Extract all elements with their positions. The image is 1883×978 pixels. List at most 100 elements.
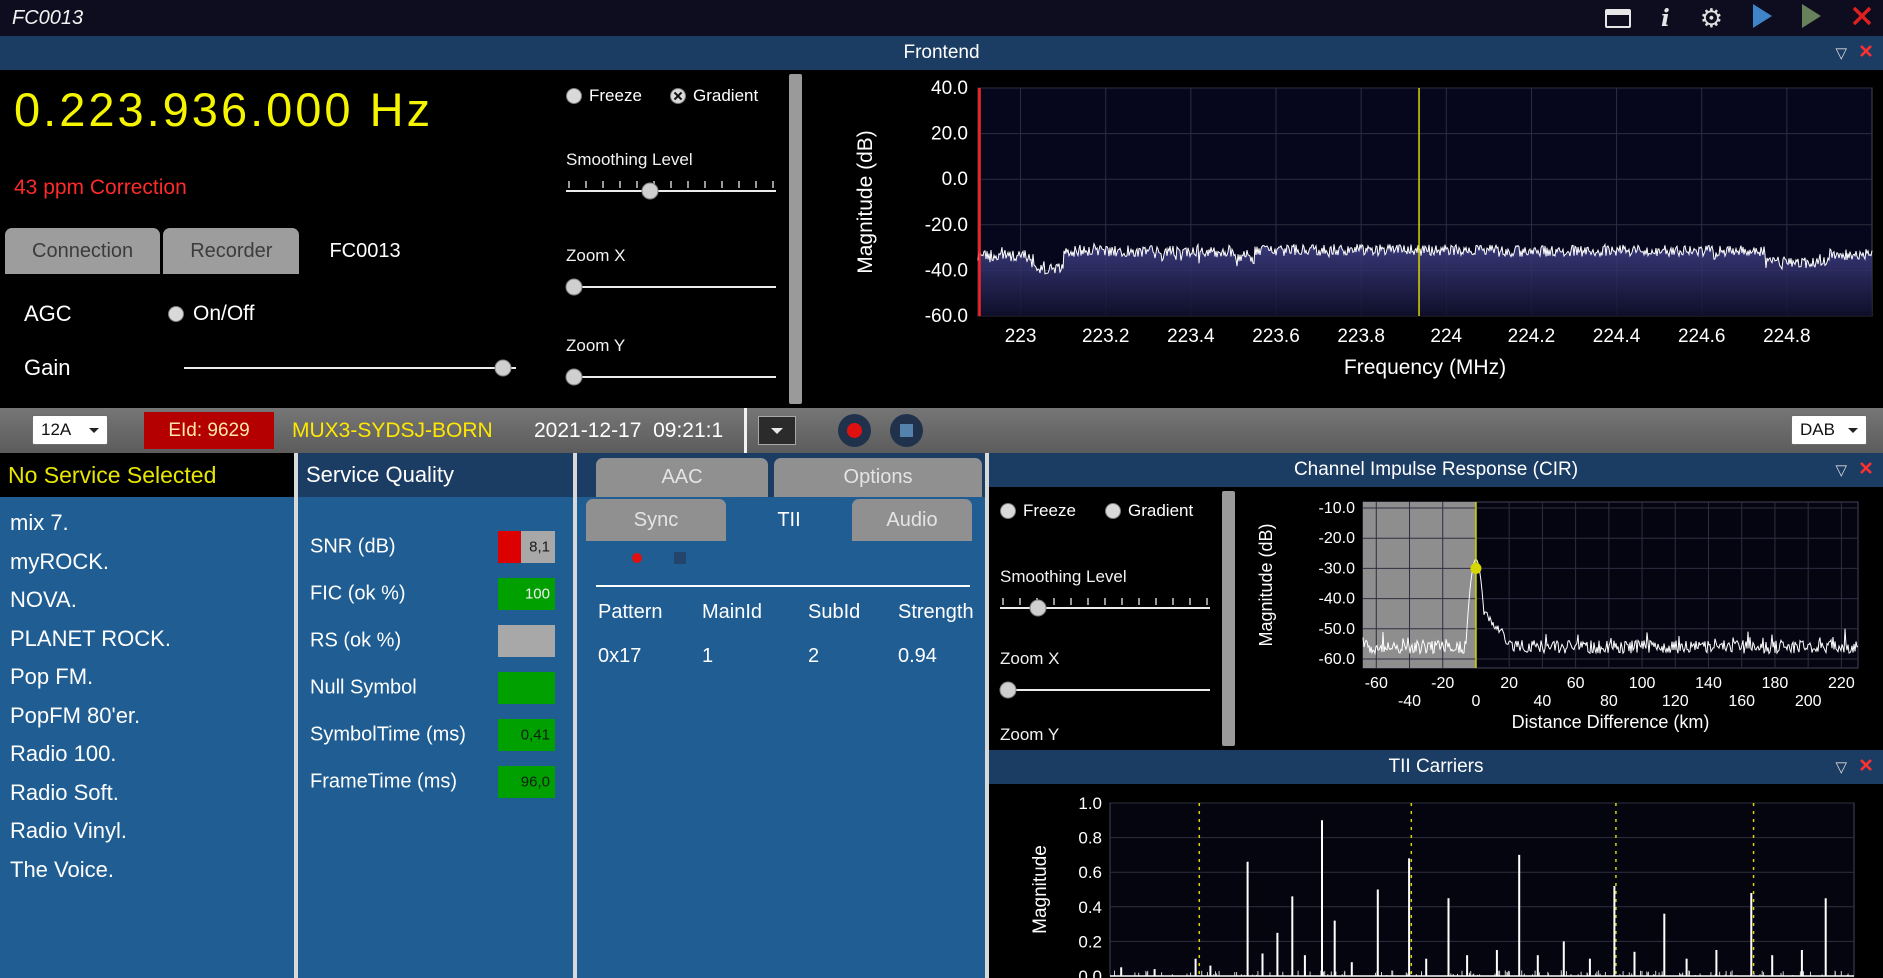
svg-text:0.2: 0.2 <box>1078 932 1102 951</box>
svg-text:-40: -40 <box>1398 693 1421 710</box>
service-quality-panel: Service Quality SNR (dB)8,1FIC (ok %)100… <box>298 453 573 978</box>
svg-text:-40.0: -40.0 <box>1319 591 1356 608</box>
metric-label: SymbolTime (ms) <box>310 723 466 746</box>
service-quality-row: SNR (dB)8,1 <box>298 523 573 570</box>
dropdown-button[interactable] <box>758 416 796 445</box>
divider <box>596 585 970 587</box>
gain-slider-handle[interactable] <box>494 360 511 377</box>
svg-text:224.8: 224.8 <box>1763 326 1811 347</box>
svg-text:1.0: 1.0 <box>1078 794 1102 813</box>
mode-selector[interactable]: DAB <box>1791 415 1867 445</box>
svg-text:224: 224 <box>1430 326 1462 347</box>
record-button[interactable] <box>838 414 871 447</box>
service-list-item[interactable]: PopFM 80'er. <box>0 697 294 736</box>
svg-text:200: 200 <box>1795 693 1822 710</box>
play-icon[interactable] <box>1753 4 1772 33</box>
frontend-tab-recorder[interactable]: Recorder <box>163 228 299 274</box>
collapse-icon[interactable]: ▽ <box>1835 463 1847 478</box>
zoom-y-slider[interactable] <box>566 366 776 388</box>
titlebar-icons: i ⚙ <box>1605 0 1873 36</box>
cir-smoothing-slider[interactable] <box>1000 597 1210 619</box>
frontend-close-icon[interactable] <box>1859 44 1873 63</box>
right-column: Channel Impulse Response (CIR) ▽ Freeze … <box>989 453 1883 978</box>
cir-close-icon[interactable] <box>1859 461 1873 480</box>
cir-freeze-label: Freeze <box>1023 501 1076 521</box>
service-quality-row: Null Symbol <box>298 664 573 711</box>
tab-options[interactable]: Options <box>774 458 982 497</box>
service-list-item[interactable]: Radio Vinyl. <box>0 812 294 851</box>
smoothing-slider[interactable] <box>566 180 776 202</box>
metric-bar-fill <box>498 531 521 563</box>
svg-text:0: 0 <box>1471 693 1480 710</box>
service-list-item[interactable]: PLANET ROCK. <box>0 620 294 659</box>
zoom-x-slider-handle[interactable] <box>566 279 583 296</box>
scrollbar[interactable] <box>789 74 802 404</box>
cir-gradient-label: Gradient <box>1128 501 1193 521</box>
frontend-tab-connection[interactable]: Connection <box>5 228 160 274</box>
service-quality-row: SymbolTime (ms)0,41 <box>298 711 573 758</box>
freeze-radio[interactable] <box>566 88 582 104</box>
tab-sync[interactable]: Sync <box>586 499 726 541</box>
gain-label: Gain <box>24 355 70 380</box>
tii-carriers-plot[interactable]: 1.00.80.60.40.20.0Magnitude <box>1020 784 1883 978</box>
frontend-title: Frontend <box>903 42 979 64</box>
window-restore-icon[interactable] <box>1605 9 1631 28</box>
agc-radio[interactable] <box>168 306 184 322</box>
service-list-item[interactable]: mix 7. <box>0 504 294 543</box>
scrollbar[interactable] <box>1222 491 1235 746</box>
ensemble-name: MUX3-SYDSJ-BORN <box>292 408 493 453</box>
service-list-item[interactable]: Radio 100. <box>0 735 294 774</box>
zoom-x-slider[interactable] <box>566 276 776 298</box>
channel-selector[interactable]: 12A <box>32 415 108 445</box>
service-quality-rows: SNR (dB)8,1FIC (ok %)100RS (ok %)Null Sy… <box>298 497 573 805</box>
collapse-icon[interactable]: ▽ <box>1835 46 1847 61</box>
service-list-item[interactable]: myROCK. <box>0 543 294 582</box>
service-list-item[interactable]: Radio Soft. <box>0 774 294 813</box>
service-list-item[interactable]: NOVA. <box>0 581 294 620</box>
cir-zoom-x-slider[interactable] <box>1000 679 1210 701</box>
tii-close-icon[interactable] <box>1859 758 1873 777</box>
cir-smoothing-slider-handle[interactable] <box>1029 600 1046 617</box>
agc-option-label: On/Off <box>193 302 254 326</box>
stop-button[interactable] <box>890 414 923 447</box>
metric-bar <box>498 625 555 657</box>
svg-text:-60.0: -60.0 <box>1319 651 1356 668</box>
svg-text:-10.0: -10.0 <box>1319 500 1356 517</box>
table-cell: 0x17 <box>598 645 702 668</box>
close-icon[interactable] <box>1851 5 1873 32</box>
service-list-item[interactable]: The Voice. <box>0 851 294 890</box>
svg-text:20.0: 20.0 <box>931 124 968 145</box>
details-top-tabs: AACOptions <box>596 458 982 497</box>
ensemble-id-badge: EId: 9629 <box>144 412 274 449</box>
zoom-y-slider-handle[interactable] <box>566 369 583 386</box>
svg-text:Magnitude: Magnitude <box>1030 845 1051 934</box>
info-icon[interactable]: i <box>1661 7 1670 30</box>
smoothing-slider-handle[interactable] <box>642 183 659 200</box>
gain-slider[interactable] <box>184 357 516 379</box>
collapse-icon[interactable]: ▽ <box>1835 760 1847 775</box>
cir-gradient-radio-row: Gradient <box>1105 501 1193 521</box>
play-secondary-icon[interactable] <box>1802 4 1821 33</box>
cir-gradient-radio[interactable] <box>1105 503 1121 519</box>
svg-text:220: 220 <box>1828 675 1855 692</box>
tii-carriers-title: TII Carriers <box>1389 756 1484 778</box>
frontend-tab-fc0013[interactable]: FC0013 <box>302 228 427 274</box>
tab-tii[interactable]: TII <box>730 499 848 541</box>
spectrum-plot[interactable]: 223223.2223.4223.6223.8224224.2224.4224.… <box>802 70 1883 408</box>
cir-zoom-x-slider-handle[interactable] <box>1000 682 1017 699</box>
channel-value: 12A <box>41 420 71 440</box>
cir-smoothing-label: Smoothing Level <box>1000 567 1127 587</box>
tab-audio[interactable]: Audio <box>852 499 972 541</box>
gradient-radio[interactable] <box>670 88 686 104</box>
details-panel: AACOptions SyncTIIAudio PatternMainIdSub… <box>577 453 985 978</box>
svg-text:80: 80 <box>1600 693 1618 710</box>
service-quality-row: FrameTime (ms)96,0 <box>298 758 573 805</box>
table-row[interactable]: 0x17120.94 <box>577 645 985 668</box>
chevron-down-icon <box>771 428 783 440</box>
svg-text:100: 100 <box>1629 675 1656 692</box>
service-list-item[interactable]: Pop FM. <box>0 658 294 697</box>
tab-aac[interactable]: AAC <box>596 458 768 497</box>
cir-plot[interactable]: -60-40-20020406080100120140160180200220-… <box>1240 487 1883 750</box>
cir-freeze-radio[interactable] <box>1000 503 1016 519</box>
settings-gear-icon[interactable]: ⚙ <box>1700 5 1723 31</box>
